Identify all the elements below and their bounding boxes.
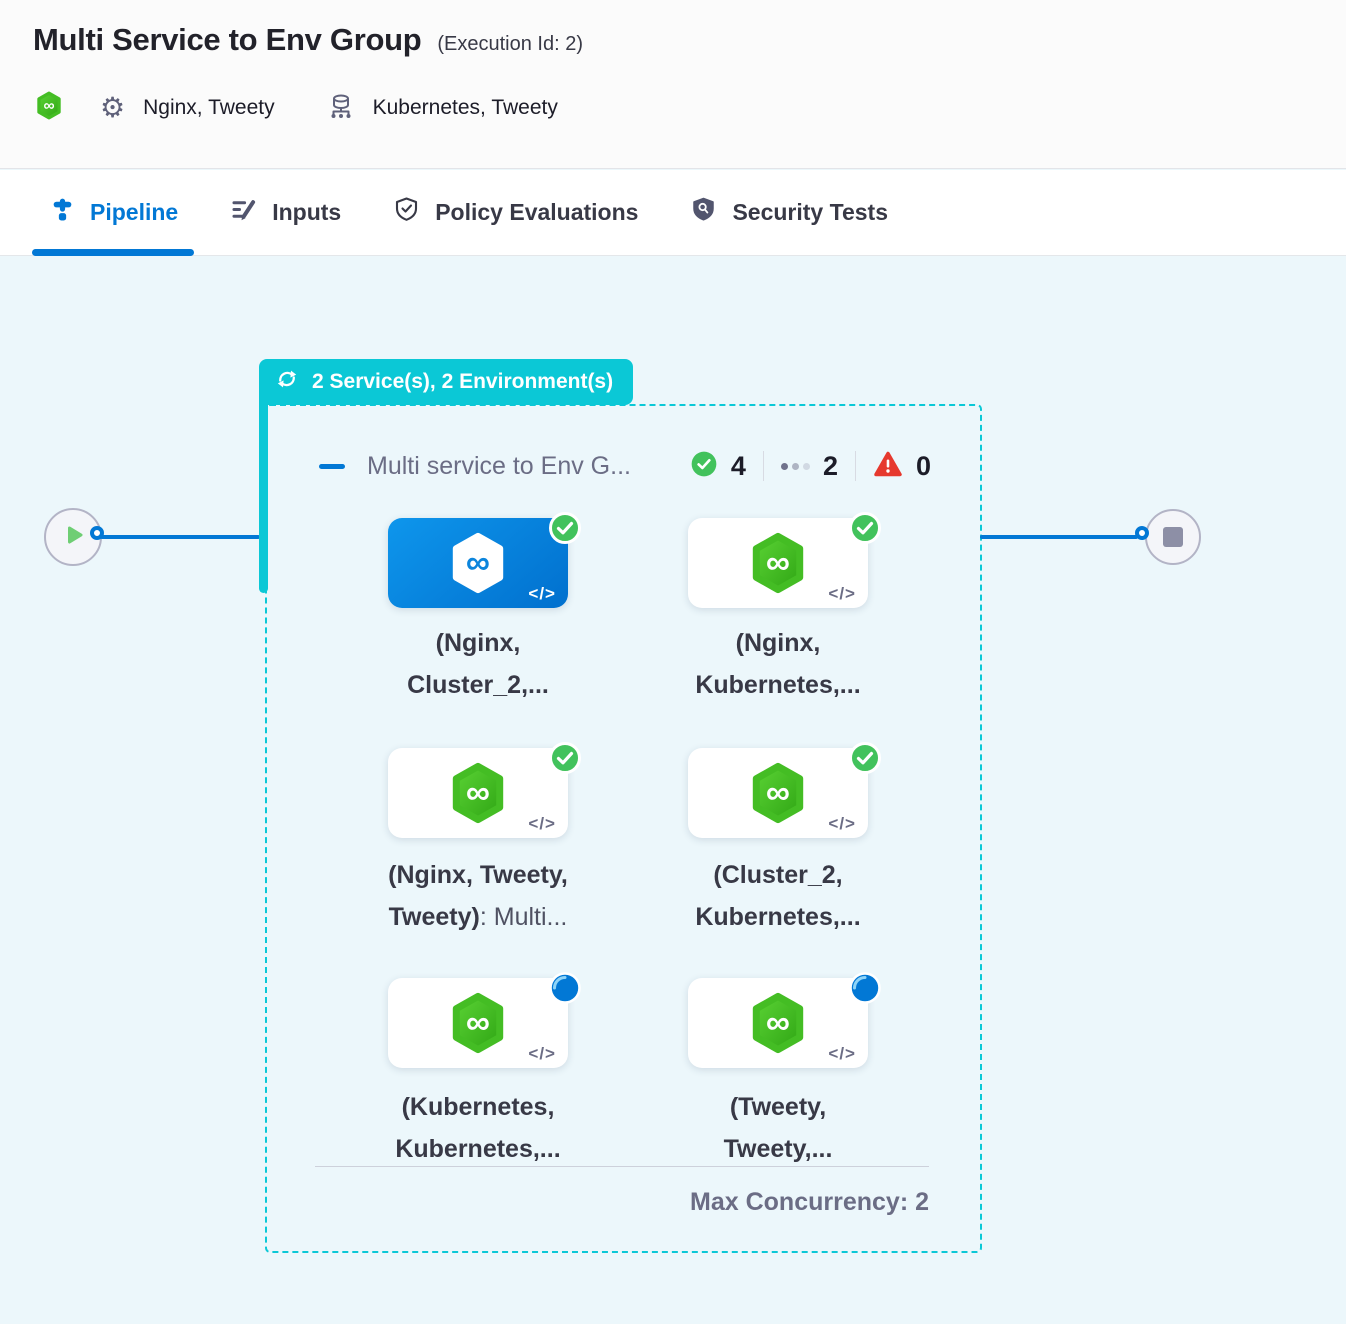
execution-tabs: Pipeline Inputs Policy Evaluations [0,170,1346,256]
success-count: 4 [731,451,746,482]
failed-count: 0 [916,451,931,482]
footer-divider [315,1166,929,1167]
node-label: (Kubernetes, Kubernetes,... [313,1086,643,1170]
svg-text:∞: ∞ [466,1005,490,1042]
tab-inputs[interactable]: Inputs [230,170,341,256]
execution-meta-row: ∞ ⚙ Nginx, Tweety Kub [36,88,610,128]
pipeline-end-node [1145,509,1201,565]
matrix-node-card[interactable]: ∞ </> [688,978,868,1068]
svg-text:∞: ∞ [43,97,54,114]
node-label: (Nginx, Cluster_2,... [313,622,643,706]
tab-policy-evaluations[interactable]: Policy Evaluations [393,170,638,256]
code-icon: </> [528,814,556,834]
success-badge-icon [848,511,882,545]
inputs-icon [230,196,257,229]
edge-start-to-stage [100,535,260,539]
node-label: (Tweety, Tweety,... [613,1086,943,1170]
gear-icon: ⚙ [100,94,125,122]
code-icon: </> [528,1044,556,1064]
environment-group-icon [327,91,355,126]
tab-label: Inputs [272,199,341,226]
services-label: Nginx, Tweety [143,96,275,120]
matrix-badge-label: 2 Service(s), 2 Environment(s) [312,370,613,394]
svg-text:∞: ∞ [766,545,790,582]
code-icon: </> [828,814,856,834]
svg-text:∞: ∞ [766,775,790,812]
execution-id: (Execution Id: 2) [437,33,583,56]
tab-label: Policy Evaluations [435,199,638,226]
shield-search-icon [690,196,717,229]
environments-meta: Kubernetes, Tweety [327,91,558,126]
tab-label: Pipeline [90,199,178,226]
running-badge-icon [548,971,582,1005]
node-label: (Nginx, Kubernetes,... [613,622,943,706]
matrix-badge-tail [259,397,268,593]
svg-text:∞: ∞ [766,1005,790,1042]
running-badge-icon [848,971,882,1005]
running-icon [781,463,810,470]
stage-title: Multi service to Env G... [367,452,631,481]
failed-icon [873,450,903,483]
title-row: Multi Service to Env Group (Execution Id… [33,22,583,58]
pipeline-canvas: 2 Service(s), 2 Environment(s) Multi ser… [0,257,1346,1324]
svg-text:∞: ∞ [466,545,490,582]
execution-page: Multi Service to Env Group (Execution Id… [0,0,1346,1324]
code-icon: </> [828,584,856,604]
environments-label: Kubernetes, Tweety [373,96,558,120]
start-connector-dot [90,526,104,540]
pipeline-icon [50,197,75,228]
running-count: 2 [823,451,838,482]
harness-pipeline-icon: ∞ [36,91,62,125]
status-counts: 4 2 0 [690,450,931,483]
matrix-node-card[interactable]: ∞ </> [388,978,568,1068]
services-meta: ⚙ Nginx, Tweety [100,94,275,122]
success-badge-icon [548,741,582,775]
success-badge-icon [848,741,882,775]
collapse-icon[interactable] [319,464,345,469]
stage-header: Multi service to Env G... 4 2 [319,448,931,484]
code-icon: </> [828,1044,856,1064]
svg-text:∞: ∞ [466,775,490,812]
loop-icon [274,366,300,398]
matrix-node-card[interactable]: ∞ </> [688,748,868,838]
node-label: (Cluster_2, Kubernetes,... [613,854,943,938]
matrix-stage-group: Multi service to Env G... 4 2 [265,404,982,1253]
divider [855,451,856,481]
max-concurrency-label: Max Concurrency: 2 [315,1188,929,1217]
matrix-node-card[interactable]: ∞ </> [688,518,868,608]
page-title: Multi Service to Env Group [33,22,421,58]
matrix-badge[interactable]: 2 Service(s), 2 Environment(s) [259,359,633,405]
tab-security-tests[interactable]: Security Tests [690,170,888,256]
page-header: Multi Service to Env Group (Execution Id… [0,0,1346,169]
edge-stage-to-end [980,535,1138,539]
node-label: (Nginx, Tweety, Tweety): Multi... [313,854,643,938]
matrix-node-card[interactable]: ∞ </> [388,518,568,608]
divider [763,451,764,481]
tab-label: Security Tests [732,199,888,226]
play-icon [58,520,88,555]
success-badge-icon [548,511,582,545]
tab-pipeline[interactable]: Pipeline [50,170,178,256]
stop-icon [1163,527,1183,547]
code-icon: </> [528,584,556,604]
matrix-node-card[interactable]: ∞ </> [388,748,568,838]
success-icon [690,450,718,483]
shield-check-icon [393,196,420,229]
end-connector-dot [1135,526,1149,540]
